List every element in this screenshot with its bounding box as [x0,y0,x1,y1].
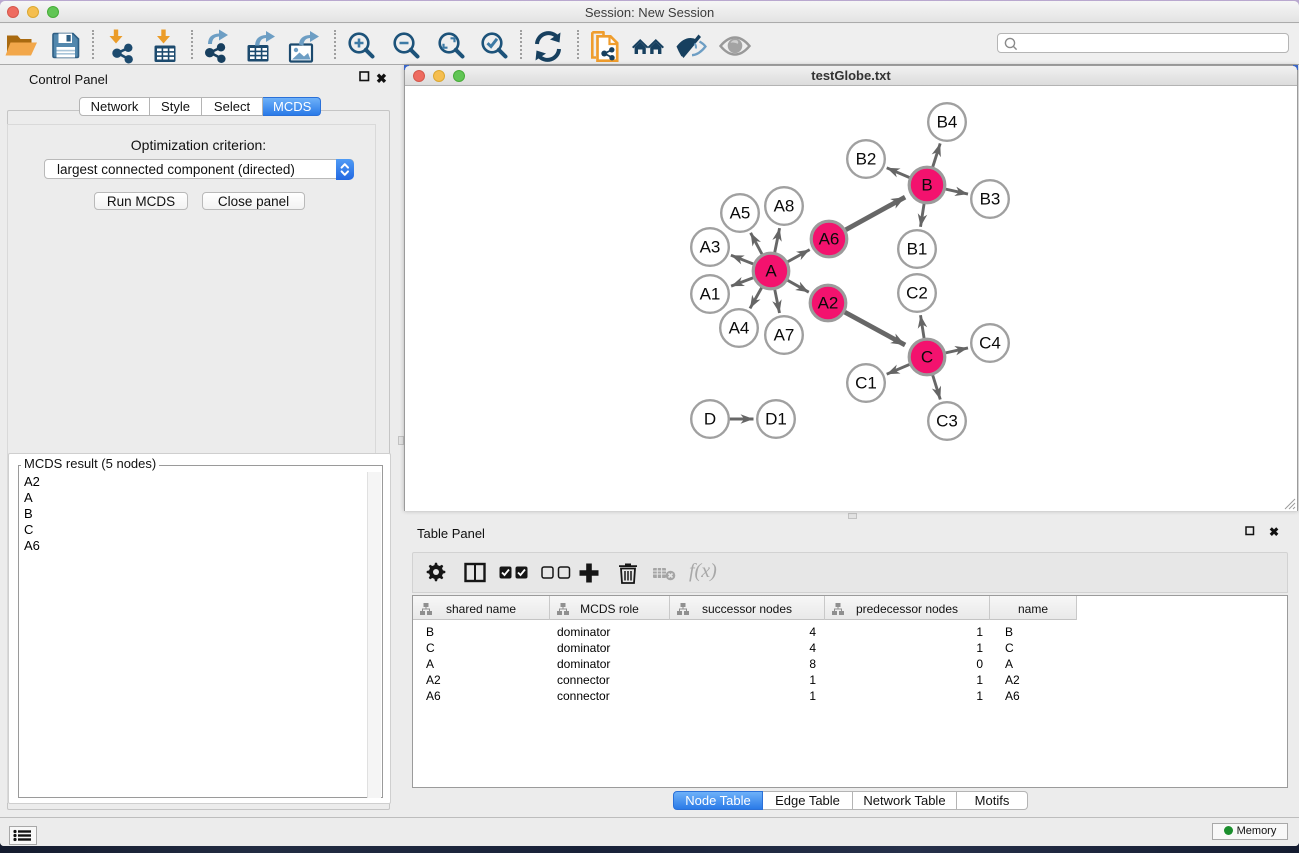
svg-text:A6: A6 [819,230,840,249]
svg-text:A4: A4 [729,319,750,338]
svg-text:D: D [704,410,716,429]
svg-text:A: A [765,262,777,281]
svg-text:A8: A8 [774,197,795,216]
svg-text:A2: A2 [818,294,839,313]
svg-text:A3: A3 [700,238,721,257]
svg-text:C2: C2 [906,284,928,303]
svg-text:A1: A1 [700,285,721,304]
svg-text:B: B [921,176,932,195]
svg-text:B2: B2 [856,150,877,169]
svg-text:A7: A7 [774,326,795,345]
svg-text:C4: C4 [979,334,1001,353]
svg-text:B1: B1 [907,240,928,259]
svg-text:B3: B3 [980,190,1001,209]
svg-text:C: C [921,348,933,367]
svg-text:D1: D1 [765,410,787,429]
svg-text:C1: C1 [855,374,877,393]
svg-text:B4: B4 [937,113,958,132]
svg-text:A5: A5 [730,204,751,223]
svg-text:C3: C3 [936,412,958,431]
